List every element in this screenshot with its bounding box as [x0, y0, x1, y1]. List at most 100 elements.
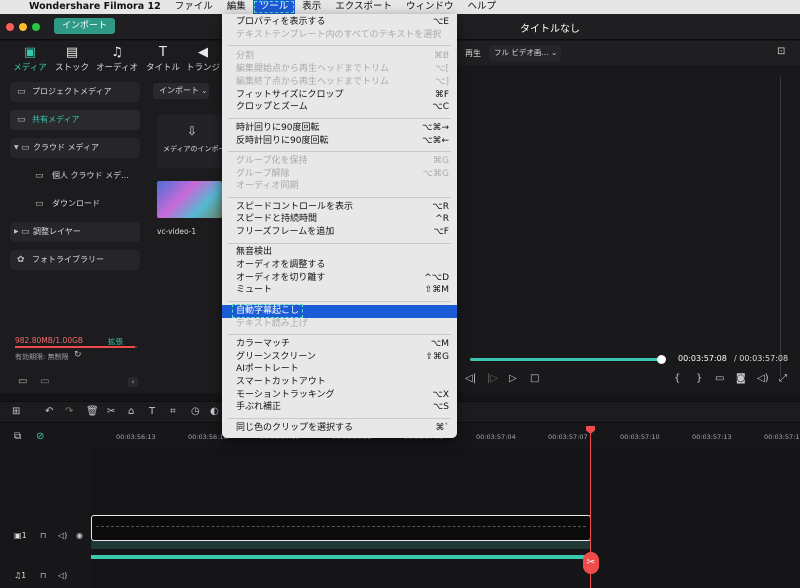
next-frame-icon[interactable]: |▷ [487, 373, 498, 384]
tab-media[interactable]: ▣ メディア [8, 45, 52, 73]
menu-item-group[interactable]: グループ化を保持 ⌘G [222, 155, 457, 168]
menu-separator [228, 45, 451, 46]
chevron-right-icon: ▶ [14, 228, 19, 235]
delete-icon[interactable]: 🗑 [86, 406, 99, 417]
menu-item-mute[interactable]: ミュート ⇧⌘M [222, 284, 457, 297]
menu-item-detach-audio[interactable]: オーディオを切り離す ^⌥D [222, 272, 457, 285]
media-import-card[interactable]: ⇩ メディアのインポート [157, 114, 233, 168]
undo-icon[interactable]: ↶ [45, 406, 53, 417]
menu-window[interactable]: ウィンドウ [399, 0, 461, 14]
sidebar-item-personal-cloud[interactable]: ▭ 個人 クラウド メデ... [10, 166, 140, 186]
color-icon[interactable]: ◐ [210, 406, 219, 417]
menu-app-name[interactable]: Wondershare Filmora 12 [22, 0, 168, 14]
menu-item-split[interactable]: 分割 ⌘B [222, 50, 457, 63]
snapshot-icon[interactable]: ⊡ [777, 46, 785, 57]
zoom-window-icon[interactable] [32, 23, 40, 31]
layout-icon[interactable]: ⊞ [12, 406, 20, 417]
menu-item-text-to-speech[interactable]: テキスト読み上げ [222, 318, 457, 331]
menu-help[interactable]: ヘルプ [460, 0, 503, 14]
tab-title[interactable]: T タイトル [141, 45, 185, 73]
tag-icon[interactable]: ⌂ [128, 406, 134, 417]
crop-icon[interactable]: ⌗ [170, 406, 176, 417]
stop-icon[interactable]: □ [530, 373, 539, 384]
clip-thumbnail[interactable] [157, 181, 222, 218]
audio-clip[interactable] [91, 555, 591, 559]
fullscreen-icon[interactable]: ⤢ [779, 373, 787, 384]
track-headers: ⧉ ⊘ ▣1 ⊓ ◁) ◉ ♫1 ⊓ ◁) [0, 423, 91, 588]
mark-out-icon[interactable]: } [696, 373, 702, 384]
menu-item-crop-fit[interactable]: フィットサイズにクロップ ⌘F [222, 89, 457, 102]
menu-item-smart-cutout[interactable]: スマートカットアウト [222, 376, 457, 389]
sidebar-item-adjustment-layer[interactable]: ▶ ▭ 調整レイヤー [10, 222, 140, 242]
sidebar-item-cloud-media[interactable]: ▼ ▭ クラウド メディア [10, 138, 140, 158]
menu-item-color-match[interactable]: カラーマッチ ⌥M [222, 338, 457, 351]
menu-item-motion-tracking[interactable]: モーショントラッキング ⌥X [222, 389, 457, 402]
lock-icon[interactable]: ⊓ [40, 531, 46, 540]
menu-item-audio-sync[interactable]: オーディオ同期 [222, 180, 457, 193]
import-dropdown[interactable]: インポート ⌄ [153, 83, 209, 99]
menu-separator [228, 334, 451, 335]
menu-edit[interactable]: 編集 [220, 0, 253, 14]
menu-item-trim-start[interactable]: 編集開始点から再生ヘッドまでトリム ⌥[ [222, 63, 457, 76]
menu-view[interactable]: 表示 [295, 0, 328, 14]
menu-tools[interactable]: ツール [252, 0, 296, 14]
menu-item-silence-detection[interactable]: 無音検出 [222, 246, 457, 259]
menu-item-speed-control[interactable]: スピードコントロールを表示 ⌥R [222, 201, 457, 214]
seek-handle[interactable] [657, 355, 666, 364]
refresh-icon[interactable]: ↻ [74, 350, 82, 360]
collapse-panel-icon[interactable]: ‹ [128, 377, 138, 387]
prev-frame-icon[interactable]: ◁| [465, 373, 476, 384]
sidebar-item-project-media[interactable]: ▭ プロジェクトメディア [10, 82, 140, 102]
menu-item-green-screen[interactable]: グリーンスクリーン ⇧⌘G [222, 351, 457, 364]
new-folder-icon[interactable]: ▭ [18, 376, 27, 387]
menu-export[interactable]: エクスポート [328, 0, 399, 14]
menu-item-freeze-frame[interactable]: フリーズフレームを追加 ⌥F [222, 226, 457, 239]
menu-item-speed-duration[interactable]: スピードと持続時間 ^R [222, 213, 457, 226]
tab-stock[interactable]: ▤ ストック [50, 45, 94, 73]
scissors-icon[interactable]: ✂ [107, 406, 115, 417]
menu-item-stabilization[interactable]: 手ぶれ補正 ⌥S [222, 401, 457, 414]
menu-item-show-properties[interactable]: プロパティを表示する ⌥E [222, 16, 457, 29]
quality-dropdown[interactable]: フル ビデオ画... ⌄ [489, 45, 561, 61]
add-track-icon[interactable]: ⧉ [14, 431, 21, 442]
eye-icon[interactable]: ◉ [76, 531, 83, 540]
close-window-icon[interactable] [6, 23, 14, 31]
menu-item-crop-zoom[interactable]: クロップとズーム ⌥C [222, 101, 457, 114]
folder-link-icon[interactable]: ▭ [40, 376, 49, 387]
tab-transition[interactable]: ◀ トランジ [184, 45, 222, 73]
menu-item-select-same-color[interactable]: 同じ色のクリップを選択する ⌘` [222, 422, 457, 435]
video-clip[interactable] [91, 515, 591, 541]
speed-icon[interactable]: ◷ [191, 406, 200, 417]
seek-bar[interactable] [470, 358, 662, 361]
play-icon[interactable]: ▷ [509, 373, 517, 384]
menu-item-ai-portrait[interactable]: AIポートレート [222, 363, 457, 376]
stock-icon: ▤ [65, 45, 79, 60]
menu-file[interactable]: ファイル [168, 0, 220, 14]
menu-item-select-all-text[interactable]: テキストテンプレート内のすべてのテキストを選択 [222, 29, 457, 42]
menu-item-rotate-ccw[interactable]: 反時計回りに90度回転 ⌥⌘← [222, 135, 457, 148]
folder-icon: ▭ [35, 171, 44, 181]
sidebar-item-download[interactable]: ▭ ダウンロード [10, 194, 140, 214]
lock-icon[interactable]: ⊓ [40, 571, 46, 580]
menu-item-trim-end[interactable]: 編集終了点から再生ヘッドまでトリム ⌥] [222, 76, 457, 89]
scissors-icon[interactable]: ✂ [583, 552, 599, 574]
sidebar-item-shared-media[interactable]: ▭ 共有メディア [10, 110, 140, 130]
sidebar-item-photo-library[interactable]: ✿ フォトライブラリー [10, 250, 140, 270]
menu-item-adjust-audio[interactable]: オーディオを調整する [222, 259, 457, 272]
menu-item-auto-subtitles[interactable]: 自動字幕起こし [222, 304, 457, 318]
volume-icon[interactable]: ◁) [58, 571, 67, 580]
volume-icon[interactable]: ◁) [58, 531, 67, 540]
mark-in-icon[interactable]: { [674, 373, 680, 384]
text-icon[interactable]: T [149, 406, 155, 417]
redo-icon[interactable]: ↷ [65, 406, 73, 417]
minimize-window-icon[interactable] [19, 23, 27, 31]
tab-audio[interactable]: ♫ オーディオ [95, 45, 139, 73]
link-icon[interactable]: ⊘ [36, 431, 44, 442]
camera-icon[interactable]: ◙ [736, 373, 746, 384]
display-icon[interactable]: ▭ [715, 373, 724, 384]
volume-icon[interactable]: ◁) [757, 373, 769, 384]
current-time: 00:03:57:08 [678, 354, 727, 363]
menu-item-rotate-cw[interactable]: 時計回りに90度回転 ⌥⌘→ [222, 122, 457, 135]
import-tab[interactable]: インポート [54, 18, 116, 34]
menu-item-ungroup[interactable]: グループ解除 ⌥⌘G [222, 168, 457, 181]
